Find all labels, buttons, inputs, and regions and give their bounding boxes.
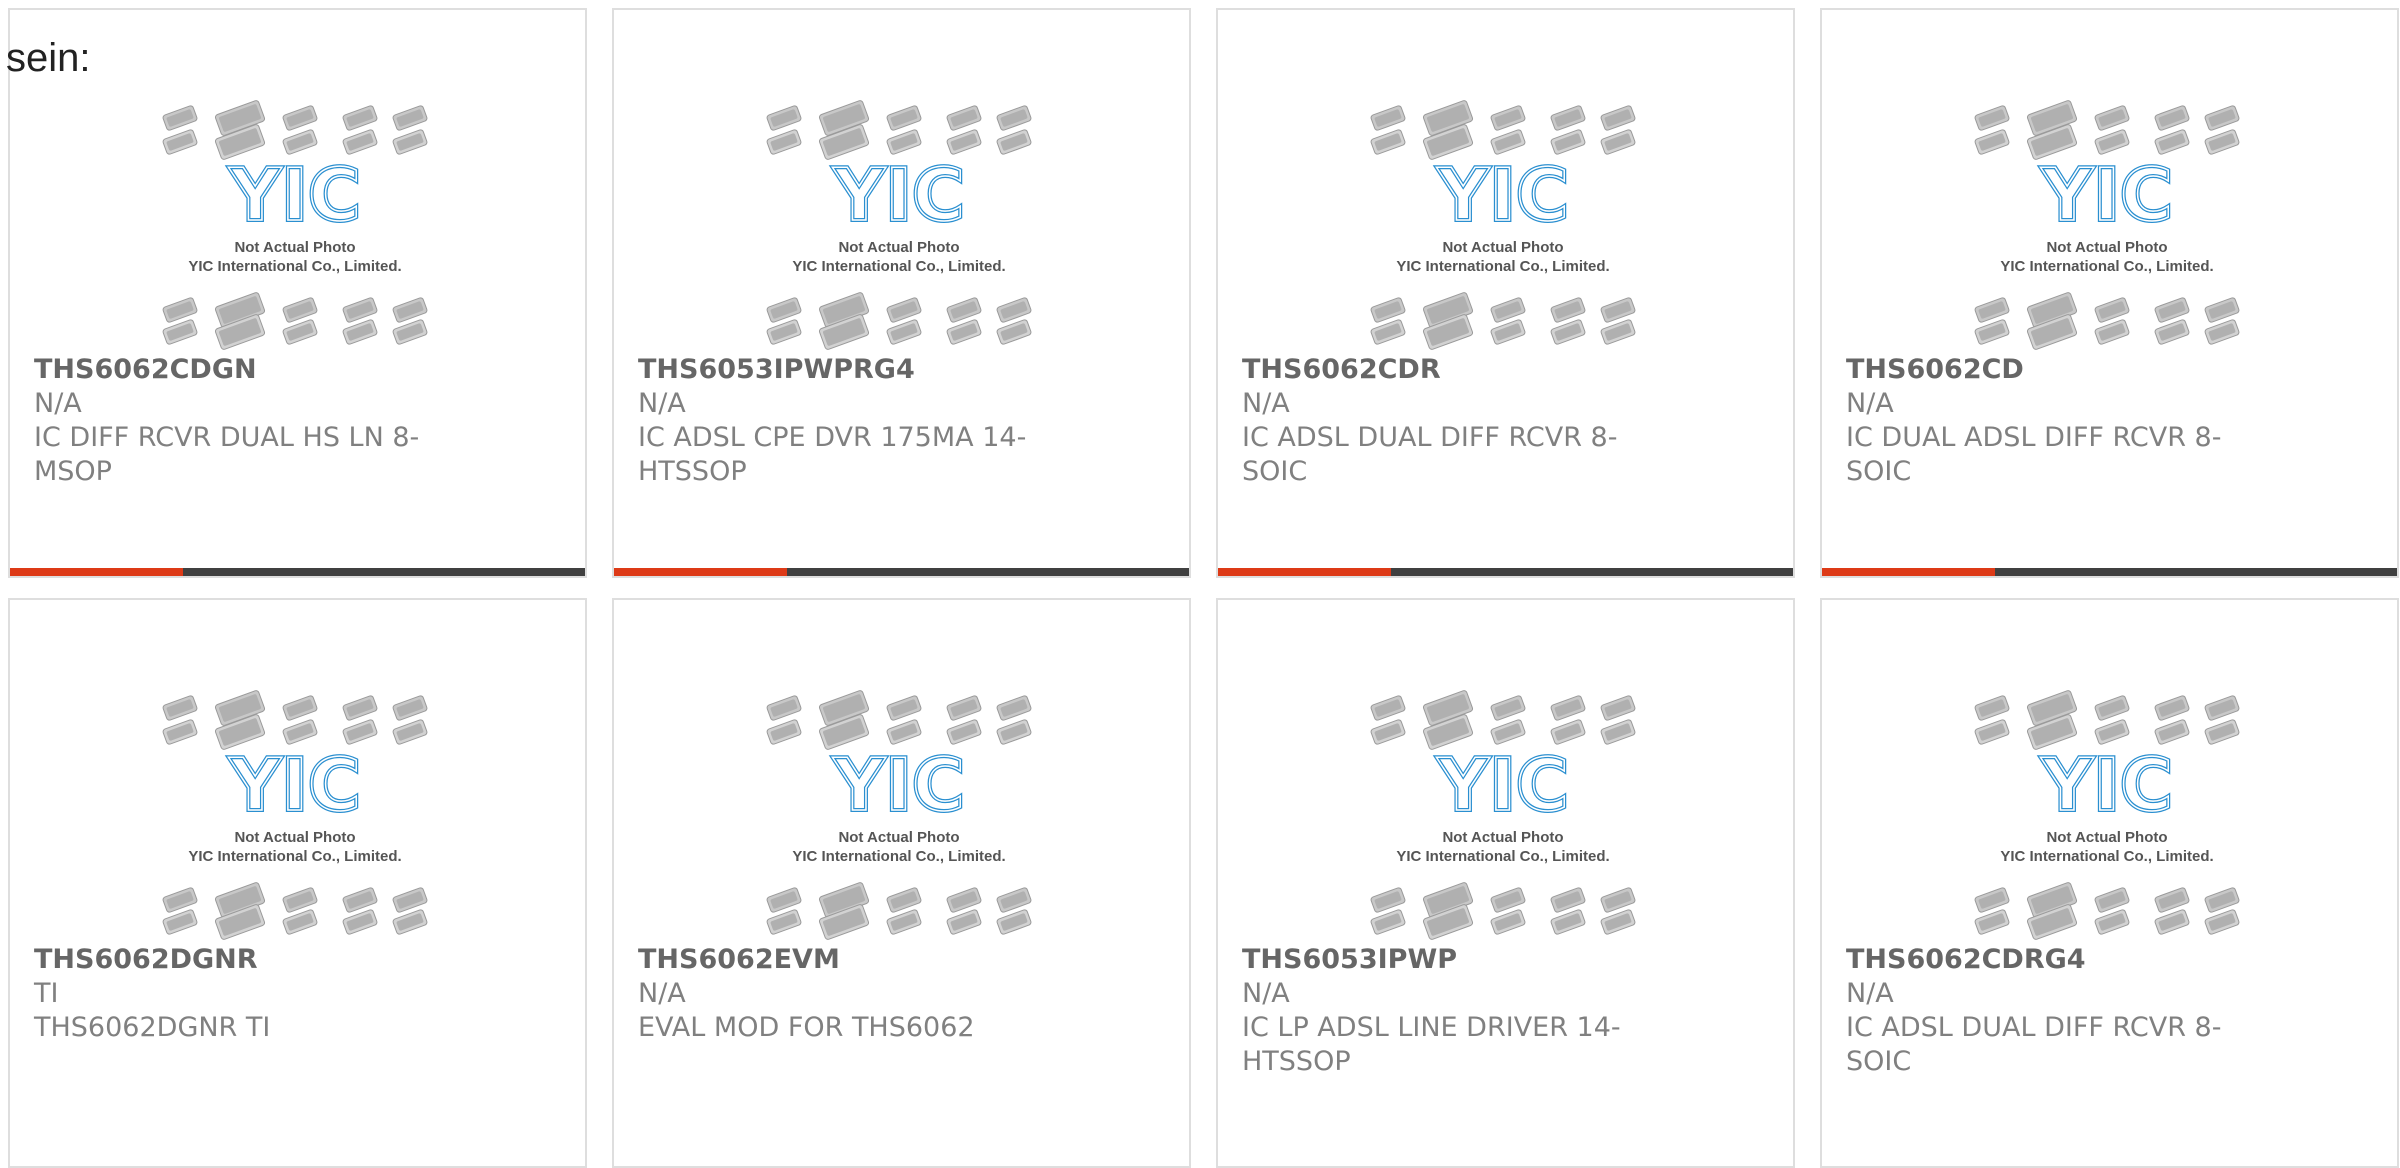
chip-icons-top: [766, 100, 1032, 160]
description: IC ADSL DUAL DIFF RCVR 8-SOIC: [1242, 422, 1618, 487]
svg-text:Not Actual Photo: Not Actual Photo: [838, 239, 959, 256]
svg-text:YIC: YIC: [832, 743, 965, 827]
svg-text:YIC International Co., Limited: YIC International Co., Limited.: [1396, 258, 1609, 275]
svg-text:YIC International Co., Limited: YIC International Co., Limited.: [188, 258, 401, 275]
product-card[interactable]: YIC YIC Not Actual Photo YIC Internation…: [1216, 8, 1795, 578]
yic-logo: YIC YIC: [1434, 151, 1571, 239]
chip-icons-bottom: [162, 882, 428, 940]
manufacturer: N/A: [1846, 388, 1894, 419]
product-card[interactable]: YIC YIC Not Actual Photo YIC Internation…: [612, 598, 1191, 1168]
svg-text:Not Actual Photo: Not Actual Photo: [234, 829, 355, 846]
yic-logo: YIC YIC: [226, 151, 363, 239]
chip-icons-bottom: [162, 292, 428, 350]
svg-text:Not Actual Photo: Not Actual Photo: [234, 239, 355, 256]
chip-icons-top: [1370, 690, 1636, 750]
manufacturer: N/A: [638, 388, 686, 419]
placeholder-photo: YIC YIC Not Actual Photo YIC Internation…: [1974, 690, 2240, 940]
product-card[interactable]: YIC YIC Not Actual Photo YIC Internation…: [1820, 8, 2399, 578]
product-card[interactable]: YIC YIC Not Actual Photo YIC Internation…: [8, 598, 587, 1168]
chip-icons-top: [766, 690, 1032, 750]
svg-text:YIC: YIC: [228, 153, 361, 237]
chip-icons-bottom: [1974, 292, 2240, 350]
svg-text:Not Actual Photo: Not Actual Photo: [838, 829, 959, 846]
yic-logo: YIC YIC: [1434, 741, 1571, 829]
accent-bar: [1218, 568, 1793, 576]
svg-text:YIC: YIC: [1436, 743, 1569, 827]
svg-text:YIC: YIC: [228, 743, 361, 827]
yic-logo: YIC YIC: [830, 741, 967, 829]
part-number[interactable]: THS6062DGNR: [34, 943, 258, 977]
chip-icons-top: [1370, 100, 1636, 160]
placeholder-photo: YIC YIC Not Actual Photo YIC Internation…: [1974, 100, 2240, 350]
description: IC DIFF RCVR DUAL HS LN 8-MSOP: [34, 422, 420, 487]
part-number[interactable]: THS6053IPWPRG4: [638, 353, 915, 387]
svg-text:YIC International Co., Limited: YIC International Co., Limited.: [188, 848, 401, 865]
placeholder-photo: YIC YIC Not Actual Photo YIC Internation…: [1370, 100, 1636, 350]
description: EVAL MOD FOR THS6062: [638, 1012, 975, 1043]
svg-text:Not Actual Photo: Not Actual Photo: [1442, 829, 1563, 846]
manufacturer: N/A: [1242, 388, 1290, 419]
placeholder-photo: YIC YIC Not Actual Photo YIC Internation…: [766, 100, 1032, 350]
chip-icons-top: [162, 100, 428, 160]
chip-icons-top: [1974, 690, 2240, 750]
part-number[interactable]: THS6062CDGN: [34, 353, 257, 387]
description: IC LP ADSL LINE DRIVER 14-HTSSOP: [1242, 1012, 1621, 1077]
svg-text:Not Actual Photo: Not Actual Photo: [2046, 239, 2167, 256]
chip-icons-bottom: [1370, 882, 1636, 940]
svg-text:YIC: YIC: [1436, 153, 1569, 237]
manufacturer: N/A: [1846, 978, 1894, 1009]
svg-text:YIC International Co., Limited: YIC International Co., Limited.: [2000, 848, 2213, 865]
part-number[interactable]: THS6053IPWP: [1242, 943, 1457, 977]
product-card[interactable]: YIC YIC Not Actual Photo YIC Internation…: [612, 8, 1191, 578]
svg-text:YIC International Co., Limited: YIC International Co., Limited.: [792, 848, 1005, 865]
accent-bar: [614, 568, 1189, 576]
product-grid: YIC YIC Not Actual Photo YIC Internation…: [8, 8, 2399, 1168]
manufacturer: TI: [34, 978, 59, 1009]
chip-icons-bottom: [766, 292, 1032, 350]
chip-icons-bottom: [1370, 292, 1636, 350]
part-number[interactable]: THS6062CD: [1846, 353, 2024, 387]
svg-text:YIC International Co., Limited: YIC International Co., Limited.: [2000, 258, 2213, 275]
accent-bar: [1822, 568, 2397, 576]
manufacturer: N/A: [638, 978, 686, 1009]
yic-logo: YIC YIC: [226, 741, 363, 829]
product-card[interactable]: YIC YIC Not Actual Photo YIC Internation…: [1820, 598, 2399, 1168]
chip-icons-top: [162, 690, 428, 750]
svg-text:YIC: YIC: [2040, 743, 2173, 827]
svg-text:Not Actual Photo: Not Actual Photo: [2046, 829, 2167, 846]
product-card[interactable]: YIC YIC Not Actual Photo YIC Internation…: [1216, 598, 1795, 1168]
chip-icons-bottom: [1974, 882, 2240, 940]
yic-logo: YIC YIC: [2038, 151, 2175, 239]
part-number[interactable]: THS6062CDRG4: [1846, 943, 2086, 977]
product-card[interactable]: YIC YIC Not Actual Photo YIC Internation…: [8, 8, 587, 578]
chip-icons-bottom: [766, 882, 1032, 940]
svg-text:YIC International Co., Limited: YIC International Co., Limited.: [792, 258, 1005, 275]
placeholder-photo: YIC YIC Not Actual Photo YIC Internation…: [162, 100, 428, 350]
svg-text:YIC International Co., Limited: YIC International Co., Limited.: [1396, 848, 1609, 865]
svg-text:YIC: YIC: [2040, 153, 2173, 237]
manufacturer: N/A: [34, 388, 82, 419]
placeholder-photo: YIC YIC Not Actual Photo YIC Internation…: [766, 690, 1032, 940]
part-number[interactable]: THS6062CDR: [1242, 353, 1441, 387]
accent-bar: [10, 568, 585, 576]
manufacturer: N/A: [1242, 978, 1290, 1009]
part-number[interactable]: THS6062EVM: [638, 943, 840, 977]
chip-icons-top: [1974, 100, 2240, 160]
description: IC ADSL DUAL DIFF RCVR 8-SOIC: [1846, 1012, 2222, 1077]
yic-logo: YIC YIC: [830, 151, 967, 239]
yic-logo: YIC YIC: [2038, 741, 2175, 829]
description: THS6062DGNR TI: [34, 1012, 271, 1043]
placeholder-photo: YIC YIC Not Actual Photo YIC Internation…: [1370, 690, 1636, 940]
description: IC DUAL ADSL DIFF RCVR 8-SOIC: [1846, 422, 2222, 487]
svg-text:Not Actual Photo: Not Actual Photo: [1442, 239, 1563, 256]
svg-text:YIC: YIC: [832, 153, 965, 237]
placeholder-photo: YIC YIC Not Actual Photo YIC Internation…: [162, 690, 428, 940]
intro-text: sein:: [6, 36, 91, 80]
description: IC ADSL CPE DVR 175MA 14-HTSSOP: [638, 422, 1027, 487]
